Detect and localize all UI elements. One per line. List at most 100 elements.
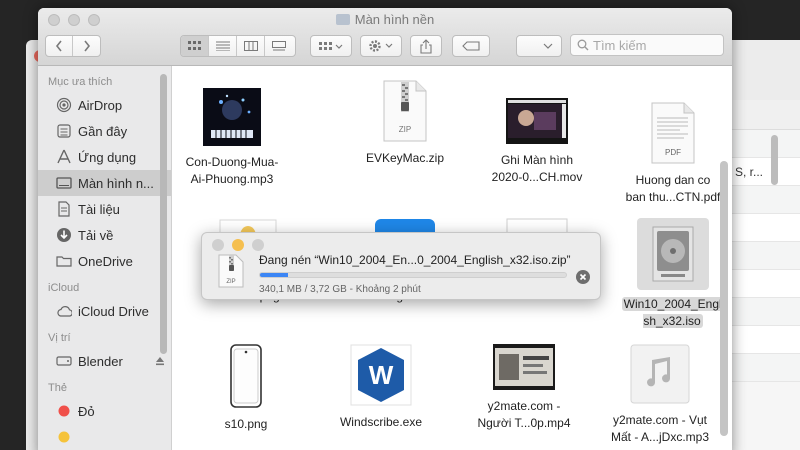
file-item[interactable]: Con-Duong-Mua- Ai-Phuong.mp3 — [167, 88, 297, 188]
file-item[interactable]: PDF Huong dan co ban thu...CTN.pdf — [608, 102, 732, 206]
close-icon — [579, 273, 587, 281]
sidebar-item-desktop[interactable]: Màn hình n... — [38, 170, 171, 196]
columns-icon — [243, 41, 258, 51]
pdf-label: PDF — [665, 148, 681, 157]
folder-icon — [335, 14, 350, 25]
sidebar-section-favorites: Mục ưa thích — [48, 76, 113, 88]
sidebar-item-label: OneDrive — [78, 253, 133, 269]
phone-image-icon — [206, 344, 286, 408]
sidebar-item-applications[interactable]: Ứng dụng — [38, 144, 171, 170]
tags-button[interactable] — [452, 35, 490, 57]
search-placeholder: Tìm kiếm — [593, 37, 647, 53]
sidebar-item-label: AirDrop — [78, 97, 123, 113]
list-view-button[interactable] — [209, 36, 237, 56]
album-art-icon — [167, 88, 297, 146]
svg-text:W: W — [369, 360, 394, 390]
background-window-list: S, r... — [730, 100, 800, 450]
background-list-row — [731, 298, 800, 326]
dialog-close-button[interactable] — [212, 239, 224, 251]
sidebar-section-tags: Thẻ — [48, 382, 67, 394]
file-item[interactable]: y2mate.com - Người T...0p.mp4 — [459, 344, 589, 432]
cancel-button[interactable] — [576, 270, 590, 284]
sidebar-section-icloud: iCloud — [48, 282, 80, 294]
window-title-text: Màn hình nền — [354, 12, 435, 27]
gallery-view-button[interactable] — [265, 36, 293, 56]
video-thumbnail-icon — [459, 344, 589, 390]
progress-bar-fill — [260, 273, 288, 277]
background-list-row: S, r... — [731, 158, 800, 186]
chevron-right-icon — [83, 40, 90, 52]
file-name: Win10_2004_Engli sh_x32.iso — [621, 297, 725, 328]
file-name: s10.png — [224, 417, 268, 431]
background-list-row — [731, 354, 800, 382]
sidebar-item-airdrop[interactable]: AirDrop — [38, 92, 171, 118]
column-view-button[interactable] — [237, 36, 265, 56]
sidebar-item-documents[interactable]: Tài liệu — [38, 196, 171, 222]
sidebar-item-recents[interactable]: Gần đây — [38, 118, 171, 144]
sidebar-item-icloud-drive[interactable]: iCloud Drive — [38, 298, 171, 324]
search-input[interactable]: Tìm kiếm — [570, 34, 724, 56]
file-item[interactable]: s10.png — [206, 344, 286, 433]
zip-file-icon: ZIP — [340, 80, 470, 142]
background-list-header — [731, 100, 800, 130]
share-button[interactable] — [410, 35, 442, 57]
sidebar-item-label: Tài liệu — [78, 201, 120, 217]
sidebar-item-tag-red[interactable]: Đỏ — [38, 398, 171, 424]
eject-icon[interactable] — [155, 354, 165, 369]
file-item[interactable]: W Windscribe.exe — [316, 344, 446, 431]
iso-disk-image-icon — [637, 218, 709, 290]
windscribe-icon: W — [316, 344, 446, 406]
file-name: Huong dan co ban thu...CTN.pdf — [625, 173, 721, 204]
file-item[interactable]: Ghi Màn hình 2020-0...CH.mov — [472, 98, 602, 186]
sidebar-item-label: Gần đây — [78, 123, 128, 139]
chevron-down-icon — [543, 43, 553, 49]
path-dropdown[interactable] — [516, 35, 562, 57]
zip-icon: ZIP — [218, 254, 244, 293]
progress-bar — [259, 272, 567, 278]
file-name: Con-Duong-Mua- Ai-Phuong.mp3 — [185, 155, 279, 186]
tag-icon — [462, 41, 480, 51]
background-list-row — [731, 242, 800, 270]
dialog-minimize-button[interactable] — [232, 239, 244, 251]
action-button[interactable] — [360, 35, 402, 57]
background-list-row — [731, 130, 800, 158]
file-item[interactable]: ZIP EVKeyMac.zip — [340, 80, 470, 167]
zip-icon-label: ZIP — [226, 279, 235, 285]
file-name: Windscribe.exe — [339, 415, 423, 429]
downloads-icon — [56, 227, 72, 243]
group-button[interactable] — [310, 35, 352, 57]
sidebar-scrollbar[interactable] — [160, 74, 167, 354]
back-button[interactable] — [46, 36, 74, 56]
sidebar-item-downloads[interactable]: Tải về — [38, 222, 171, 248]
sidebar-section-locations: Vị trí — [48, 332, 71, 344]
sidebar-item-label: Tải về — [78, 227, 114, 243]
airdrop-icon — [56, 97, 72, 113]
content-scrollbar[interactable] — [720, 161, 728, 436]
tag-red-icon — [56, 403, 72, 419]
pdf-file-icon: PDF — [608, 102, 732, 164]
applications-icon — [56, 149, 72, 165]
dialog-window-controls — [212, 239, 264, 251]
dialog-zoom-button[interactable] — [252, 239, 264, 251]
background-list-row — [731, 186, 800, 214]
progress-subtitle: 340,1 MB / 3,72 GB - Khoảng 2 phút — [259, 284, 421, 295]
folder-icon — [56, 253, 72, 269]
zip-label: ZIP — [399, 125, 411, 134]
file-name: Ghi Màn hình 2020-0...CH.mov — [491, 153, 583, 184]
file-name: y2mate.com - Người T...0p.mp4 — [477, 399, 571, 430]
background-scrollbar[interactable] — [771, 135, 778, 185]
documents-icon — [56, 201, 72, 217]
sidebar-item-label: iCloud Drive — [78, 303, 149, 319]
file-item[interactable]: Win10_2004_Engli sh_x32.iso — [601, 218, 732, 330]
background-list-row — [731, 214, 800, 242]
icon-view-button[interactable] — [181, 36, 209, 56]
share-icon — [420, 38, 432, 54]
background-list-row — [731, 326, 800, 354]
sidebar-item-tag-yellow[interactable] — [38, 424, 171, 450]
sidebar-item-onedrive[interactable]: OneDrive — [38, 248, 171, 274]
search-icon — [577, 39, 589, 51]
file-name: EVKeyMac.zip — [365, 151, 445, 165]
file-item[interactable]: y2mate.com - Vụt Mất - A...jDxc.mp3 — [595, 344, 725, 446]
forward-button[interactable] — [73, 36, 100, 56]
sidebar-item-blender[interactable]: Blender — [38, 348, 171, 374]
